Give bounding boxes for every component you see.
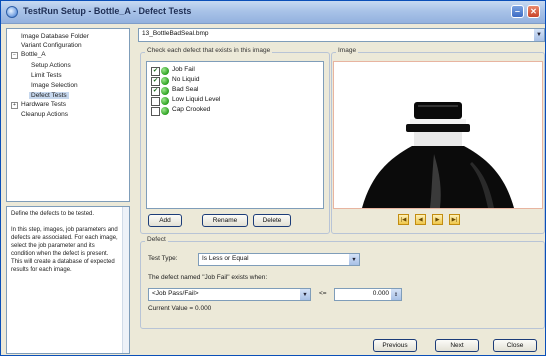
current-value-text: Current Value = 0.000 xyxy=(148,305,212,312)
image-group-label: Image xyxy=(336,47,359,54)
defect-checkbox[interactable] xyxy=(151,97,160,106)
image-file-combo[interactable]: 13_BottleBadSeal.bmp ▼ xyxy=(138,28,545,42)
status-dot-icon xyxy=(161,77,169,85)
chevron-down-icon[interactable]: ▼ xyxy=(349,254,359,265)
tree-item-setup-actions[interactable]: Setup Actions xyxy=(31,62,71,69)
defect-label: No Liquid xyxy=(172,76,200,83)
operator-label: <= xyxy=(319,290,327,297)
collapse-toggle-icon[interactable]: − xyxy=(11,52,18,59)
help-paragraph-1: Define the defects to be tested. xyxy=(11,211,95,217)
tree-item-image-selection[interactable]: Image Selection xyxy=(31,82,78,89)
defect-label: Cap Crooked xyxy=(172,106,211,113)
help-panel: Define the defects to be tested. In this… xyxy=(6,206,130,354)
chevron-down-icon[interactable]: ▼ xyxy=(300,289,310,300)
test-type-dropdown[interactable]: Is Less or Equal ▼ xyxy=(198,253,360,266)
defect-checkbox[interactable]: ✔ xyxy=(151,67,160,76)
setup-steps-tree: Image Database Folder Variant Configurat… xyxy=(6,28,130,202)
tree-item-limit-tests[interactable]: Limit Tests xyxy=(31,72,62,79)
tree-item-hardware-tests[interactable]: Hardware Tests xyxy=(21,101,66,108)
defect-condition-text: The defect named "Job Fail" exists when: xyxy=(148,274,268,281)
chevron-down-icon[interactable]: ▼ xyxy=(534,29,544,41)
test-type-value: Is Less or Equal xyxy=(202,255,249,262)
defect-checkbox[interactable] xyxy=(151,107,160,116)
bottle-image-view xyxy=(333,61,543,209)
bottle-image xyxy=(334,62,542,208)
tree-item-bottle-a[interactable]: Bottle_A xyxy=(21,51,46,58)
first-image-icon[interactable]: |◀ xyxy=(398,214,409,225)
status-dot-icon xyxy=(161,97,169,105)
close-window-button[interactable]: ✕ xyxy=(527,5,540,18)
last-image-icon[interactable]: ▶| xyxy=(449,214,460,225)
title-bar[interactable]: TestRun Setup - Bottle_A - Defect Tests … xyxy=(1,1,545,24)
defect-checkbox[interactable]: ✔ xyxy=(151,77,160,86)
test-run-setup-window: TestRun Setup - Bottle_A - Defect Tests … xyxy=(0,0,546,356)
threshold-value: 0.000 xyxy=(372,290,389,297)
defect-checkbox[interactable]: ✔ xyxy=(151,87,160,96)
tree-item-variant-configuration[interactable]: Variant Configuration xyxy=(21,42,82,49)
expand-toggle-icon[interactable]: + xyxy=(11,102,18,109)
tree-item-cleanup-actions[interactable]: Cleanup Actions xyxy=(21,111,68,118)
spin-arrows-icon[interactable]: ⇕ xyxy=(391,289,401,300)
status-dot-icon xyxy=(161,107,169,115)
defect-label: Bad Seal xyxy=(172,86,199,93)
defects-list: ✔ Job Fail ✔ No Liquid ✔ Bad Seal Low Li… xyxy=(146,61,324,209)
window-title: TestRun Setup - Bottle_A - Defect Tests xyxy=(23,6,192,16)
next-button[interactable]: Next xyxy=(435,339,479,352)
defect-group-label: Defect xyxy=(145,236,168,243)
tree-item-image-database-folder[interactable]: Image Database Folder xyxy=(21,33,89,40)
test-type-label: Test Type: xyxy=(148,255,178,262)
previous-button[interactable]: Previous xyxy=(373,339,417,352)
defect-label: Job Fail xyxy=(172,66,195,73)
next-image-icon[interactable]: ▶ xyxy=(432,214,443,225)
status-dot-icon xyxy=(161,87,169,95)
previous-image-icon[interactable]: ◀ xyxy=(415,214,426,225)
threshold-spinbox[interactable]: 0.000 ⇕ xyxy=(334,288,402,301)
help-scrollbar[interactable] xyxy=(122,207,129,353)
help-text: Define the defects to be tested. In this… xyxy=(11,210,119,274)
image-file-value: 13_BottleBadSeal.bmp xyxy=(142,30,209,37)
rename-defect-button[interactable]: Rename xyxy=(202,214,248,227)
job-parameter-value: <Job Pass/Fail> xyxy=(152,290,199,297)
help-paragraph-2: In this step, images, job parameters and… xyxy=(11,227,118,273)
minimize-button[interactable]: ‒ xyxy=(511,5,524,18)
defects-group-label: Check each defect that exists in this im… xyxy=(145,47,273,54)
delete-defect-button[interactable]: Delete xyxy=(253,214,291,227)
tree-item-defect-tests[interactable]: Defect Tests xyxy=(29,92,69,99)
job-parameter-dropdown[interactable]: <Job Pass/Fail> ▼ xyxy=(148,288,311,301)
add-defect-button[interactable]: Add xyxy=(148,214,182,227)
status-dot-icon xyxy=(161,67,169,75)
app-icon xyxy=(6,6,18,18)
defect-label: Low Liquid Level xyxy=(172,96,221,103)
close-button[interactable]: Close xyxy=(493,339,537,352)
